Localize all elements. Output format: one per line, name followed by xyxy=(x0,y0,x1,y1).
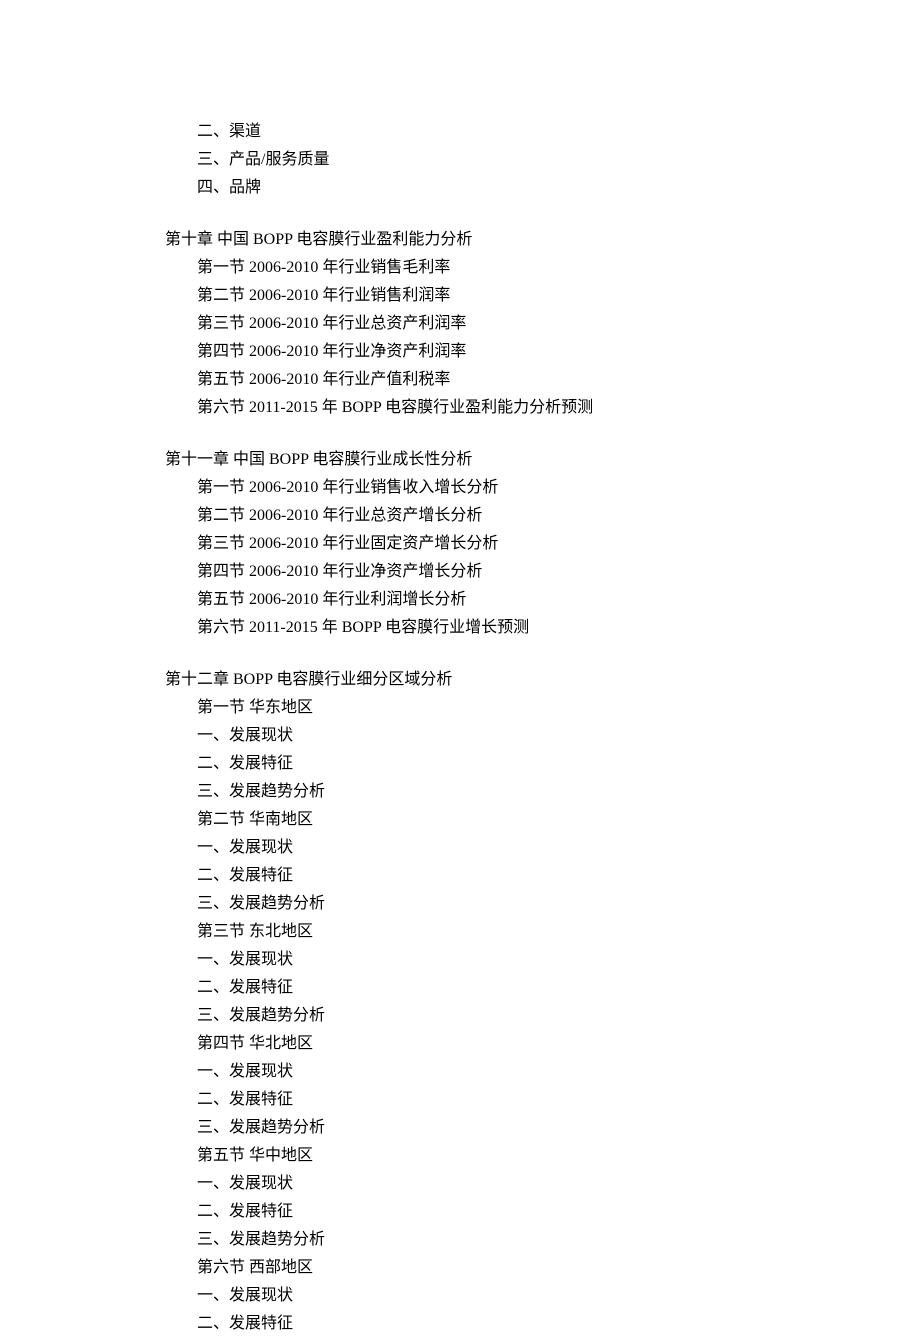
section-item: 第二节 2006-2010 年行业销售利润率 xyxy=(197,282,920,310)
list-item: 三、发展趋势分析 xyxy=(197,1114,920,1142)
section-item: 第四节 华北地区 xyxy=(197,1030,920,1058)
chapter-title: 第十一章 中国 BOPP 电容膜行业成长性分析 xyxy=(165,446,920,474)
list-item: 三、发展趋势分析 xyxy=(197,778,920,806)
list-item: 一、发展现状 xyxy=(197,834,920,862)
list-item: 三、发展趋势分析 xyxy=(197,890,920,918)
section-item: 第六节 2011-2015 年 BOPP 电容膜行业增长预测 xyxy=(197,614,920,642)
list-item: 二、发展特征 xyxy=(197,1310,920,1338)
list-item: 三、发展趋势分析 xyxy=(197,1226,920,1254)
section-item: 第六节 2011-2015 年 BOPP 电容膜行业盈利能力分析预测 xyxy=(197,394,920,422)
chapter-title: 第十章 中国 BOPP 电容膜行业盈利能力分析 xyxy=(165,226,920,254)
section-item: 第二节 2006-2010 年行业总资产增长分析 xyxy=(197,502,920,530)
chapter-title: 第十二章 BOPP 电容膜行业细分区域分析 xyxy=(165,666,920,694)
section-item: 第五节 2006-2010 年行业产值利税率 xyxy=(197,366,920,394)
section-item: 第一节 华东地区 xyxy=(197,694,920,722)
list-item: 一、发展现状 xyxy=(197,946,920,974)
list-item: 二、发展特征 xyxy=(197,750,920,778)
list-item: 一、发展现状 xyxy=(197,722,920,750)
section-item: 第三节 东北地区 xyxy=(197,918,920,946)
list-item: 二、发展特征 xyxy=(197,1086,920,1114)
section-item: 第五节 2006-2010 年行业利润增长分析 xyxy=(197,586,920,614)
prelude-items: 二、渠道 三、产品/服务质量 四、品牌 xyxy=(165,118,920,202)
section-item: 第一节 2006-2010 年行业销售毛利率 xyxy=(197,254,920,282)
list-item: 三、发展趋势分析 xyxy=(197,1002,920,1030)
list-item: 二、渠道 xyxy=(197,118,920,146)
section-item: 第四节 2006-2010 年行业净资产利润率 xyxy=(197,338,920,366)
section-item: 第六节 西部地区 xyxy=(197,1254,920,1282)
section-item: 第三节 2006-2010 年行业固定资产增长分析 xyxy=(197,530,920,558)
list-item: 二、发展特征 xyxy=(197,1198,920,1226)
list-item: 二、发展特征 xyxy=(197,974,920,1002)
list-item: 一、发展现状 xyxy=(197,1282,920,1310)
list-item: 四、品牌 xyxy=(197,174,920,202)
section-item: 第三节 2006-2010 年行业总资产利润率 xyxy=(197,310,920,338)
list-item: 三、产品/服务质量 xyxy=(197,146,920,174)
section-item: 第二节 华南地区 xyxy=(197,806,920,834)
list-item: 一、发展现状 xyxy=(197,1170,920,1198)
section-item: 第四节 2006-2010 年行业净资产增长分析 xyxy=(197,558,920,586)
list-item: 二、发展特征 xyxy=(197,862,920,890)
section-item: 第一节 2006-2010 年行业销售收入增长分析 xyxy=(197,474,920,502)
list-item: 一、发展现状 xyxy=(197,1058,920,1086)
section-item: 第五节 华中地区 xyxy=(197,1142,920,1170)
